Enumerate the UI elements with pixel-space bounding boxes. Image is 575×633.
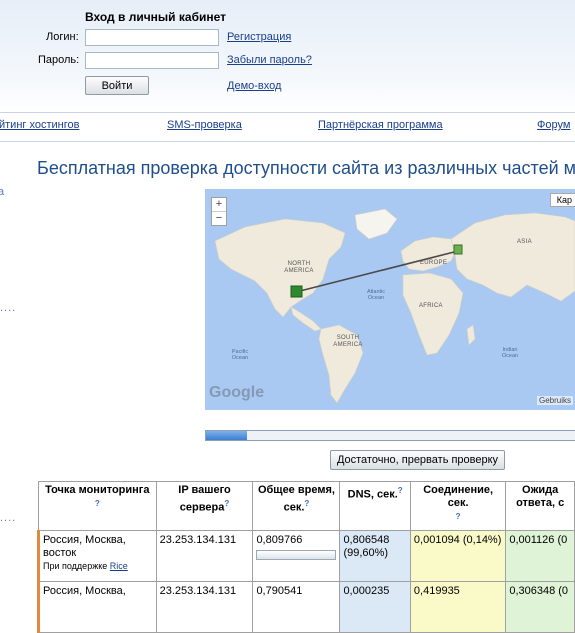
column-header: Ожида ответа, с [505, 481, 575, 531]
sponsor-note: При поддержке Rice [43, 560, 128, 571]
location-cell: Россия, Москва, восток При поддержке Ric… [37, 529, 157, 582]
total-time-cell: 0,790541 [252, 580, 341, 633]
label-pacific-ocean: Pacific Ocean [231, 349, 249, 361]
login-input[interactable] [85, 29, 219, 46]
help-icon: ? [304, 499, 310, 508]
column-header: IP вашего сервера? [155, 481, 254, 531]
demo-login-link[interactable]: Демо-вход [227, 80, 281, 92]
sponsor-link[interactable]: Rice [110, 561, 128, 571]
nav-item-partner-program[interactable]: Партнёрская программа [318, 119, 443, 131]
stop-check-button[interactable]: Достаточно, прервать проверку [330, 450, 505, 470]
nav-item-forum[interactable]: Форум [537, 119, 570, 131]
column-header: DNS, сек.? [339, 481, 411, 531]
forgot-password-link[interactable]: Забыли пароль? [227, 54, 312, 66]
column-header: Общее время, сек.? [252, 481, 341, 531]
register-link[interactable]: Регистрация [227, 31, 291, 43]
progress-bar [205, 430, 575, 441]
map-terms-link[interactable]: Gebruiks [536, 396, 573, 405]
progress-fill [206, 431, 248, 440]
password-input[interactable] [85, 52, 219, 69]
connect-cell: 0,001094 (0,14%) [409, 529, 507, 582]
table-row: Россия, Москва, восток При поддержке Ric… [37, 529, 575, 582]
wait-cell: 0,306348 (0 [505, 580, 575, 633]
label-asia: ASIA [517, 239, 532, 245]
time-bar [256, 549, 337, 560]
google-logo: Google [209, 384, 265, 401]
help-icon: ? [94, 499, 100, 508]
sidebar-divider: .... [0, 512, 17, 524]
nav-bar: йтинг хостингов SMS-проверка Партнёрская… [0, 112, 575, 142]
connect-cell: 0,419935 [409, 580, 507, 633]
login-label: Логин: [46, 31, 79, 43]
monitoring-map[interactable]: + − Кар NORTH AMERICA EUROPE ASIA AFRICA… [205, 189, 575, 410]
nav-item-hosting-rating[interactable]: йтинг хостингов [0, 119, 79, 131]
label-europe: EUROPE [420, 260, 448, 266]
zoom-in-button[interactable]: + [212, 198, 226, 211]
login-title: Вход в личный кабинет [85, 10, 226, 24]
location-cell: Россия, Москва, [37, 580, 157, 633]
results-table: Точка мониторинга? IP вашего сервера? Об… [37, 481, 575, 633]
nav-item-sms-check[interactable]: SMS-проверка [167, 119, 242, 131]
login-button[interactable]: Войти [85, 76, 149, 95]
page-title: Бесплатная проверка доступности сайта из… [37, 158, 575, 178]
table-row: Россия, Москва, 23.253.134.131 0,790541 … [37, 580, 575, 633]
label-south-america: SOUTH AMERICA [333, 335, 363, 348]
ip-cell: 23.253.134.131 [155, 580, 254, 633]
label-africa: AFRICA [419, 303, 443, 309]
column-header: Соединение, сек.? [409, 481, 507, 531]
map-type-button[interactable]: Кар [549, 193, 575, 207]
label-indian-ocean: Indian Ocean [501, 347, 519, 359]
label-atlantic-ocean: Atlantic Ocean [366, 289, 386, 301]
label-north-america: NORTH AMERICA [284, 261, 314, 274]
sidebar-divider: .... [0, 302, 17, 314]
zoom-out-button[interactable]: − [212, 212, 226, 225]
password-label: Пароль: [38, 54, 80, 66]
help-icon: ? [397, 486, 403, 495]
wait-cell: 0,001126 (0 [505, 529, 575, 582]
dns-cell: 0,000235 [339, 580, 411, 633]
dns-cell: 0,806548 (99,60%) [339, 529, 411, 582]
ip-cell: 23.253.134.131 [155, 529, 254, 582]
column-header: Точка мониторинга? [38, 481, 157, 531]
total-time-cell: 0,809766 [252, 529, 341, 582]
zoom-control: + − [211, 197, 227, 226]
help-icon: ? [455, 512, 461, 521]
sidebar-link-fragment[interactable]: а [0, 186, 4, 198]
help-icon: ? [224, 499, 230, 508]
